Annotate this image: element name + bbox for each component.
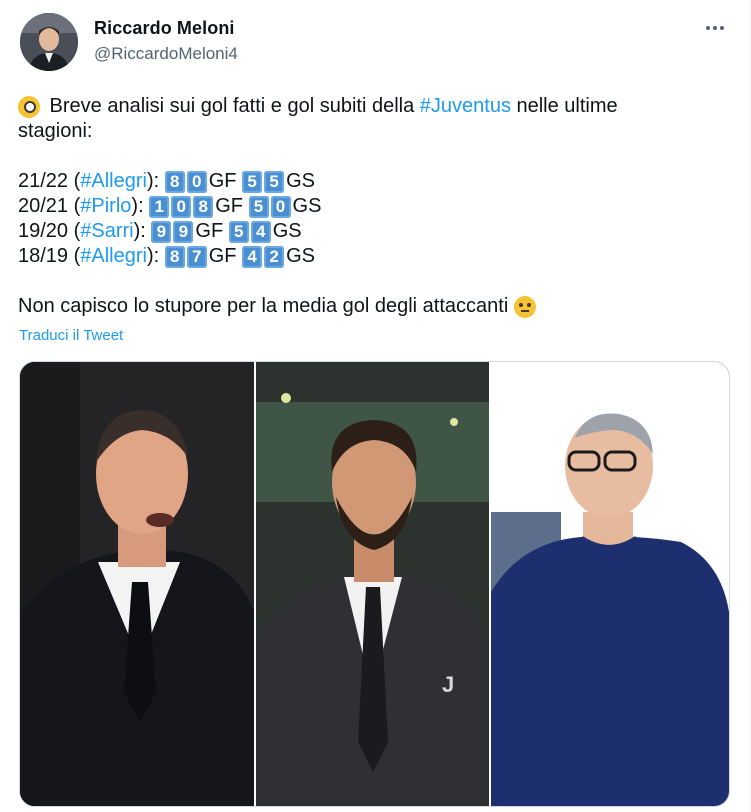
sarri-photo[interactable] <box>489 362 729 806</box>
coach-hashtag[interactable]: #Allegri <box>80 169 147 194</box>
tweet-card: Riccardo Meloni @RiccardoMeloni4 Breve a… <box>0 0 751 812</box>
season-line: 20/21 (#Pirlo): 1 0 8 GF 5 0 GS <box>18 194 718 219</box>
closing-text: Non capisco lo stupore per la media gol … <box>18 295 509 317</box>
more-options-icon[interactable] <box>703 20 727 36</box>
goals-against-digit: 4 <box>242 245 263 268</box>
gs-label: GS <box>286 170 315 192</box>
closing-line: Non capisco lo stupore per la media gol … <box>18 294 718 319</box>
goals-for-digit: 1 <box>149 195 170 218</box>
goals-against-digit: 5 <box>264 170 285 193</box>
goals-against-digit: 5 <box>242 170 263 193</box>
season-close: ): <box>146 170 165 192</box>
goals-for-digit: 8 <box>164 170 185 193</box>
season-line: 18/19 (#Allegri): 8 7 GF 4 2 GS <box>18 244 718 269</box>
season-list: 21/22 (#Allegri): 8 0 GF 5 5 GS 20/21 (#Pirlo… <box>18 169 718 269</box>
goals-against-digit: 5 <box>248 195 269 218</box>
translate-tweet-link[interactable]: Traduci il Tweet <box>19 327 123 344</box>
goals-against-digit: 4 <box>250 220 271 243</box>
season-close: ): <box>146 245 165 267</box>
gf-label: GF <box>215 195 249 217</box>
gs-label: GS <box>272 220 302 242</box>
coach-hashtag[interactable]: #Sarri <box>80 219 133 244</box>
goals-against-digit: 5 <box>228 220 249 243</box>
coach-hashtag[interactable]: #Allegri <box>80 244 147 269</box>
gs-label: GS <box>286 245 315 267</box>
intro-text: Breve analisi sui gol fatti e gol subiti… <box>44 95 420 117</box>
goals-against-digit: 2 <box>264 245 285 268</box>
season-line: 21/22 (#Allegri): 8 0 GF 5 5 GS <box>18 169 718 194</box>
intro-after: nelle ultime <box>510 95 618 117</box>
allegri-photo[interactable] <box>20 362 254 806</box>
thinking-face-emoji-icon <box>514 295 537 318</box>
season-close: ): <box>131 195 150 217</box>
gf-label: GF <box>208 245 243 267</box>
avatar[interactable] <box>20 13 78 71</box>
gs-label: GS <box>292 195 322 217</box>
hashtag-juventus[interactable]: #Juventus <box>420 94 511 119</box>
pirlo-photo[interactable]: J <box>254 362 489 806</box>
goals-for-digit: 8 <box>193 195 214 218</box>
allegri-image <box>20 362 254 806</box>
magnifying-glass-emoji-icon <box>18 95 40 118</box>
media-grid: J <box>19 361 730 807</box>
sarri-image <box>491 362 729 806</box>
goals-for-digit: 9 <box>173 220 194 243</box>
tweet-text: Breve analisi sui gol fatti e gol subiti… <box>18 94 718 319</box>
goals-against-digit: 0 <box>270 195 291 218</box>
season-label: 21/22 ( <box>18 170 81 192</box>
goals-for-digit: 7 <box>186 245 207 268</box>
season-close: ): <box>133 220 152 242</box>
season-label: 20/21 ( <box>18 195 81 217</box>
gf-label: GF <box>208 170 243 192</box>
intro-line-2: stagioni: <box>18 120 93 142</box>
author-name[interactable]: Riccardo Meloni <box>94 18 235 39</box>
svg-text:J: J <box>442 672 454 697</box>
season-label: 18/19 ( <box>18 245 81 267</box>
pirlo-image: J <box>256 362 489 806</box>
goals-for-digit: 0 <box>186 170 207 193</box>
intro-line: Breve analisi sui gol fatti e gol subiti… <box>18 94 718 119</box>
avatar-image <box>20 13 78 71</box>
goals-for-digit: 9 <box>151 220 172 243</box>
coach-hashtag[interactable]: #Pirlo <box>80 194 131 219</box>
gf-label: GF <box>195 220 229 242</box>
goals-for-digit: 8 <box>164 245 185 268</box>
author-handle[interactable]: @RiccardoMeloni4 <box>94 44 238 64</box>
goals-for-digit: 0 <box>171 195 192 218</box>
season-line: 19/20 (#Sarri): 9 9 GF 5 4 GS <box>18 219 718 244</box>
season-label: 19/20 ( <box>18 220 81 242</box>
